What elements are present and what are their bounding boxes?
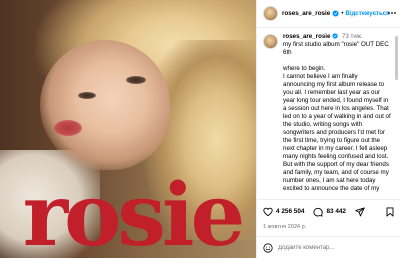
caption-area[interactable]: roses_are_rosie 73 тиж. my first studio … [257, 29, 400, 199]
album-logo-text: rosie [22, 165, 245, 258]
comment-input[interactable] [278, 244, 388, 251]
header-username[interactable]: roses_are_rosie [282, 10, 330, 17]
comment-action: 83 442 [313, 207, 355, 217]
caption-username[interactable]: roses_are_rosie [283, 33, 330, 40]
separator-dot: • [341, 10, 344, 17]
caption-line: where to begin. [283, 64, 326, 72]
caption-time: 73 тиж. [341, 33, 363, 40]
comments-count[interactable]: 83 442 [326, 208, 346, 215]
image-eye [126, 76, 146, 84]
caption: roses_are_rosie 73 тиж. my first studio … [263, 33, 393, 193]
emoji-icon[interactable] [263, 242, 273, 253]
share-action [355, 206, 365, 217]
comment-icon[interactable] [313, 207, 324, 217]
likes-count[interactable]: 4 256 504 [276, 208, 304, 215]
action-bar: 4 256 504 83 442 [257, 199, 400, 223]
comment-box [257, 236, 400, 258]
verified-badge-icon [332, 33, 338, 39]
image-face [40, 40, 170, 170]
more-options-icon[interactable] [387, 8, 397, 18]
post-date[interactable]: 1 жовтня 2024 р. [263, 224, 306, 230]
post-side-panel: roses_are_rosie • Відстежується roses_ar… [256, 0, 400, 258]
caption-text: roses_are_rosie 73 тиж. my first studio … [283, 33, 391, 193]
avatar[interactable] [263, 34, 278, 49]
heart-icon[interactable] [263, 207, 273, 217]
scrollbar-thumb[interactable] [395, 36, 398, 80]
caption-meta: roses_are_rosie 73 тиж. [283, 33, 391, 41]
avatar[interactable] [263, 6, 278, 21]
image-eye [78, 92, 96, 99]
post-image[interactable]: rosie [0, 0, 256, 258]
following-button[interactable]: Відстежується [345, 10, 389, 17]
post-header: roses_are_rosie • Відстежується [257, 0, 400, 28]
verified-badge-icon [332, 10, 340, 17]
caption-line: my first studio album "rosie" OUT DEC 6t… [283, 40, 389, 56]
like-action: 4 256 504 [263, 207, 313, 217]
bookmark-icon[interactable] [385, 207, 395, 217]
share-icon[interactable] [355, 206, 365, 217]
caption-line: I cannot believe I am finally announcing… [283, 72, 391, 192]
image-lips [54, 120, 82, 136]
